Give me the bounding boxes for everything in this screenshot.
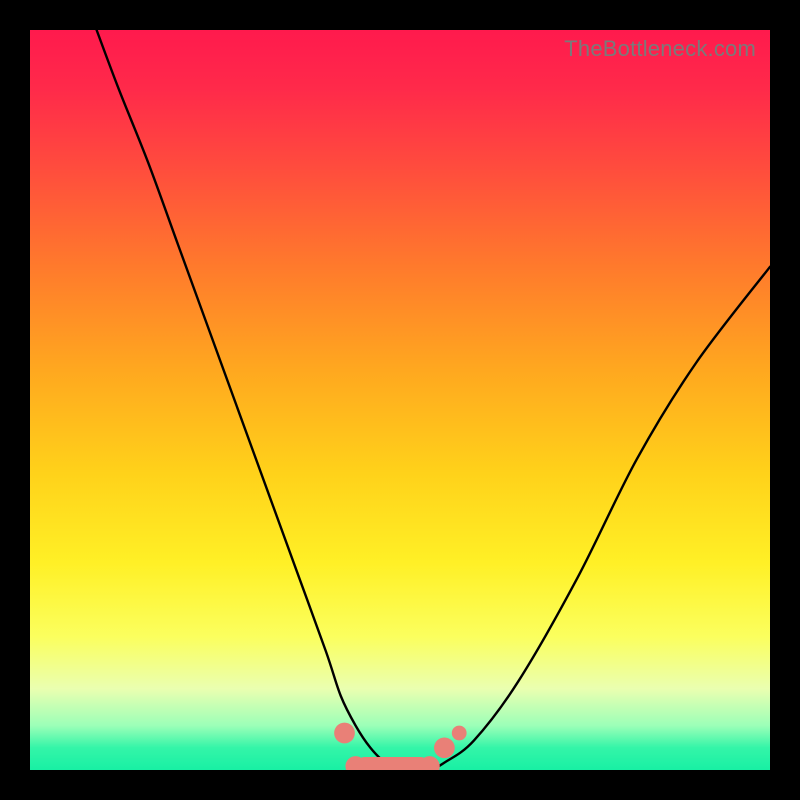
marker-layer — [334, 723, 466, 770]
chart-frame: TheBottleneck.com — [0, 0, 800, 800]
plot-area: TheBottleneck.com — [30, 30, 770, 770]
bottleneck-curve — [30, 30, 770, 770]
left-dot — [334, 723, 355, 744]
curve-path — [97, 30, 770, 770]
flat-segment-marker — [356, 757, 430, 770]
right-dot-2 — [452, 726, 467, 741]
right-dot — [434, 737, 455, 758]
